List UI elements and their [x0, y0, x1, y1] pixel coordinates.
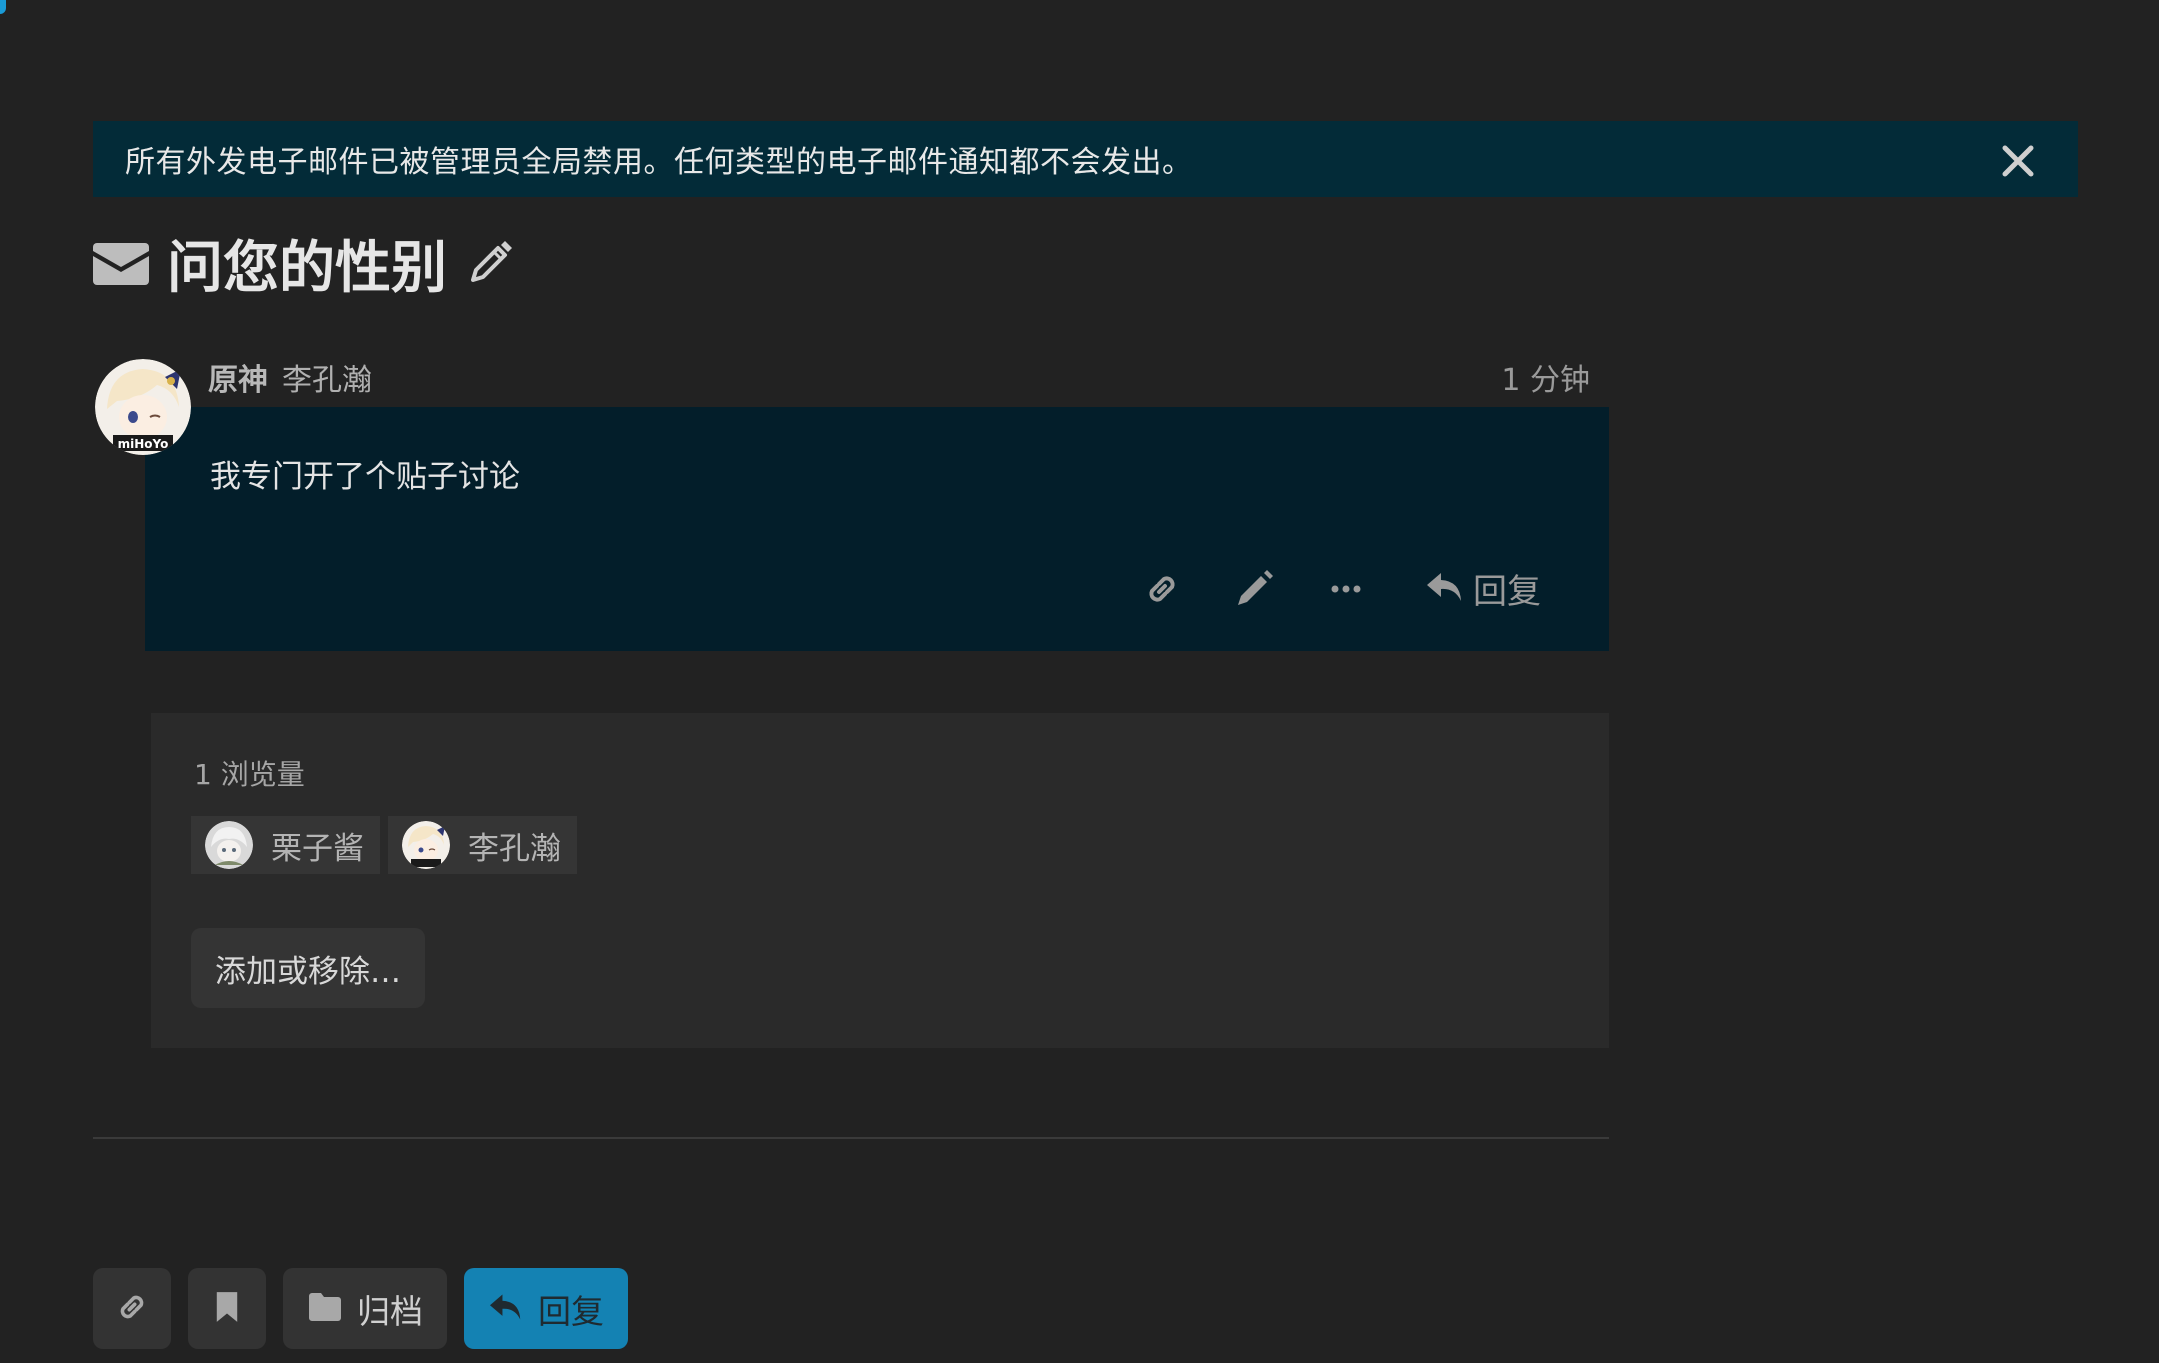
post-body: 我专门开了个贴子讨论 回复 — [145, 407, 1609, 651]
share-link-button[interactable] — [93, 1268, 171, 1349]
archive-label: 归档 — [357, 1291, 423, 1331]
topic-map: 1 浏览量 栗子酱 李孔瀚 添加或移除… — [151, 713, 1609, 1048]
participant-list: 栗子酱 李孔瀚 — [191, 816, 577, 874]
avatar[interactable]: miHoYo — [95, 359, 191, 455]
ellipsis-icon[interactable] — [1323, 566, 1369, 612]
topic-title-row: 问您的性别 — [93, 228, 513, 301]
participant-chip[interactable]: 李孔瀚 — [388, 816, 577, 874]
topic-footer-buttons: 归档 回复 — [93, 1268, 628, 1349]
post-username[interactable]: 原神 — [208, 355, 268, 399]
post-content: 我专门开了个贴子讨论 — [210, 459, 520, 495]
post-header: 原神 李孔瀚 1 分钟 — [208, 355, 1590, 399]
bookmark-button[interactable] — [188, 1268, 266, 1349]
post-full-name[interactable]: 李孔瀚 — [282, 355, 372, 399]
participant-name: 李孔瀚 — [468, 830, 561, 867]
pencil-icon[interactable] — [1231, 566, 1277, 612]
envelope-icon — [93, 241, 149, 285]
close-icon[interactable] — [2000, 143, 2036, 179]
post-reply-button[interactable]: 回复 — [1425, 564, 1541, 613]
link-icon — [114, 1289, 150, 1329]
corner-accent — [0, 0, 6, 14]
svg-text:miHoYo: miHoYo — [118, 437, 169, 451]
banner-text: 所有外发电子邮件已被管理员全局禁用。任何类型的电子邮件通知都不会发出。 — [125, 145, 1193, 180]
reply-button[interactable]: 回复 — [464, 1268, 628, 1349]
reply-icon — [488, 1291, 524, 1327]
reply-icon — [1425, 569, 1465, 609]
folder-icon — [307, 1292, 343, 1326]
participant-chip[interactable]: 栗子酱 — [191, 816, 380, 874]
post-reply-label: 回复 — [1473, 572, 1541, 612]
archive-button[interactable]: 归档 — [283, 1268, 447, 1349]
topic-title: 问您的性别 — [167, 235, 447, 301]
link-icon[interactable] — [1139, 566, 1185, 612]
participant-name: 栗子酱 — [271, 830, 364, 867]
divider — [93, 1137, 1609, 1139]
post-actions: 回复 — [1093, 564, 1541, 613]
post-timestamp[interactable]: 1 分钟 — [1501, 355, 1590, 399]
views-count: 1 浏览量 — [194, 758, 305, 791]
avatar — [402, 821, 450, 869]
pencil-icon[interactable] — [467, 240, 513, 286]
page: 所有外发电子邮件已被管理员全局禁用。任何类型的电子邮件通知都不会发出。 问您的性… — [0, 0, 2159, 1363]
add-remove-participants-button[interactable]: 添加或移除… — [191, 928, 425, 1008]
global-notice-banner: 所有外发电子邮件已被管理员全局禁用。任何类型的电子邮件通知都不会发出。 — [93, 121, 2078, 197]
reply-label: 回复 — [538, 1291, 604, 1331]
avatar — [205, 821, 253, 869]
bookmark-icon — [214, 1290, 240, 1328]
